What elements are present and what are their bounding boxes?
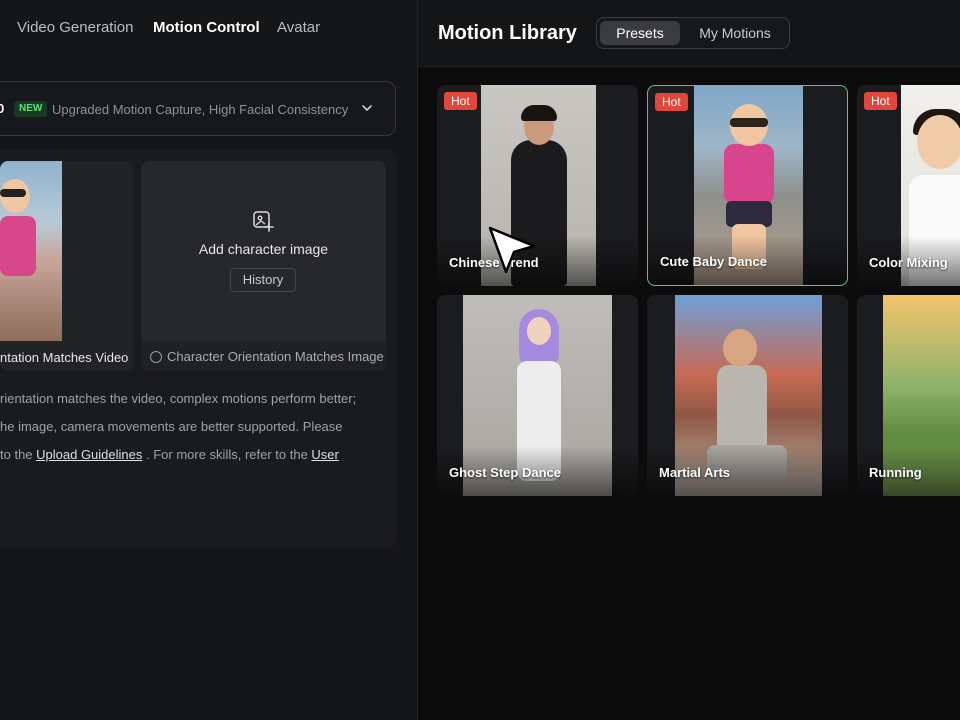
preset-name: Martial Arts xyxy=(659,465,731,480)
preset-name: Running xyxy=(869,465,922,480)
top-nav-tabs: Video Generation Motion Control Avatar xyxy=(0,0,417,56)
motion-library-header: Motion Library Presets My Motions xyxy=(418,0,960,67)
motion-library-title: Motion Library xyxy=(438,22,577,44)
new-badge: NEW xyxy=(14,101,48,117)
tab-motion-control[interactable]: Motion Control xyxy=(153,19,260,36)
info-text-middle: . For more skills, refer to the xyxy=(142,447,312,462)
reference-video-card[interactable] xyxy=(0,161,133,371)
info-text-line-1: rientation matches the video, complex mo… xyxy=(0,391,357,406)
history-button[interactable]: History xyxy=(230,268,296,292)
preset-color-mixing[interactable]: Hot Color Mixing xyxy=(857,85,960,286)
add-character-image-card[interactable]: Add character image History xyxy=(141,161,386,371)
preset-ghost-step-dance[interactable]: Ghost Step Dance xyxy=(437,295,638,496)
reference-video-thumbnail xyxy=(0,161,62,341)
model-version-selector[interactable]: 0 NEW Upgraded Motion Capture, High Faci… xyxy=(0,81,396,136)
orientation-image-option[interactable]: Character Orientation Matches Image xyxy=(141,341,386,371)
upload-guidelines-link[interactable]: Upload Guidelines xyxy=(36,447,142,462)
tab-avatar[interactable]: Avatar xyxy=(277,19,320,36)
info-text-prefix: to the xyxy=(0,447,37,462)
preset-martial-arts[interactable]: Martial Arts xyxy=(647,295,848,496)
hot-badge: Hot xyxy=(864,92,897,110)
add-image-icon xyxy=(253,211,274,232)
version-description: Upgraded Motion Capture, High Facial Con… xyxy=(52,102,349,117)
orientation-image-label: Character Orientation Matches Image xyxy=(167,349,384,364)
preset-name: Cute Baby Dance xyxy=(660,254,767,269)
user-guide-link[interactable]: User xyxy=(311,447,338,462)
mouse-cursor-icon xyxy=(488,226,536,274)
orientation-video-option[interactable]: ntation Matches Video xyxy=(0,350,128,365)
tab-video-generation[interactable]: Video Generation xyxy=(17,19,133,36)
chevron-down-icon[interactable] xyxy=(359,100,375,116)
motion-control-panel: Video Generation Motion Control Avatar 0… xyxy=(0,0,417,720)
info-text-line-3: to the Upload Guidelines . For more skil… xyxy=(0,447,339,462)
motion-library-panel: Motion Library Presets My Motions Hot Ch… xyxy=(418,0,960,720)
hot-badge: Hot xyxy=(444,92,477,110)
info-text-line-2: he image, camera movements are better su… xyxy=(0,419,343,434)
add-character-image-label: Add character image xyxy=(198,241,329,257)
preset-running[interactable]: Running xyxy=(857,295,960,496)
model-version-label: 0 xyxy=(0,101,5,116)
preset-name: Color Mixing xyxy=(869,255,948,270)
tab-my-motions[interactable]: My Motions xyxy=(685,21,785,45)
library-segment-control: Presets My Motions xyxy=(596,17,790,49)
radio-icon[interactable] xyxy=(150,351,162,363)
preset-cute-baby-dance[interactable]: Hot Cute Baby Dance xyxy=(647,85,848,286)
preset-name: Ghost Step Dance xyxy=(449,465,561,480)
hot-badge: Hot xyxy=(655,93,688,111)
tab-presets[interactable]: Presets xyxy=(600,21,680,45)
